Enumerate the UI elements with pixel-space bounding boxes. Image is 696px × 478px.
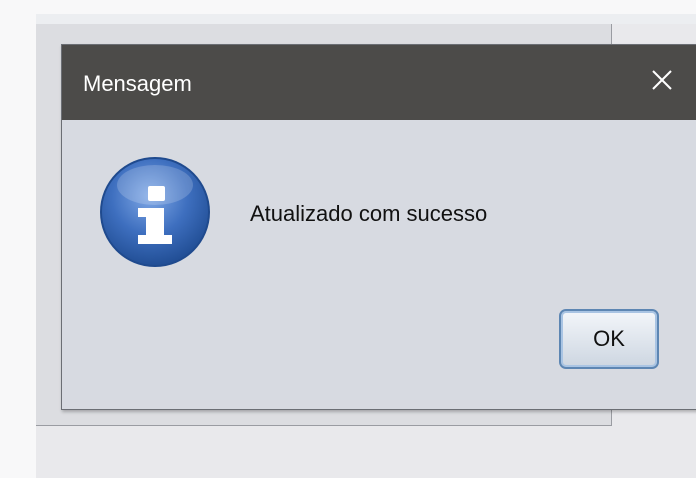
information-icon: [98, 155, 212, 269]
close-button[interactable]: [634, 61, 690, 105]
ok-button[interactable]: OK: [559, 309, 659, 369]
close-icon: [652, 70, 672, 90]
dialog-title: Mensagem: [83, 71, 192, 96]
screen: Mensagem Atualizado com sucesso OK: [0, 0, 696, 478]
dialog-titlebar[interactable]: Mensagem: [62, 45, 696, 120]
dialog-message: Atualizado com sucesso: [250, 201, 488, 226]
message-dialog: Mensagem Atualizado com sucesso OK: [61, 44, 696, 410]
background-window-top-strip: [36, 14, 696, 24]
